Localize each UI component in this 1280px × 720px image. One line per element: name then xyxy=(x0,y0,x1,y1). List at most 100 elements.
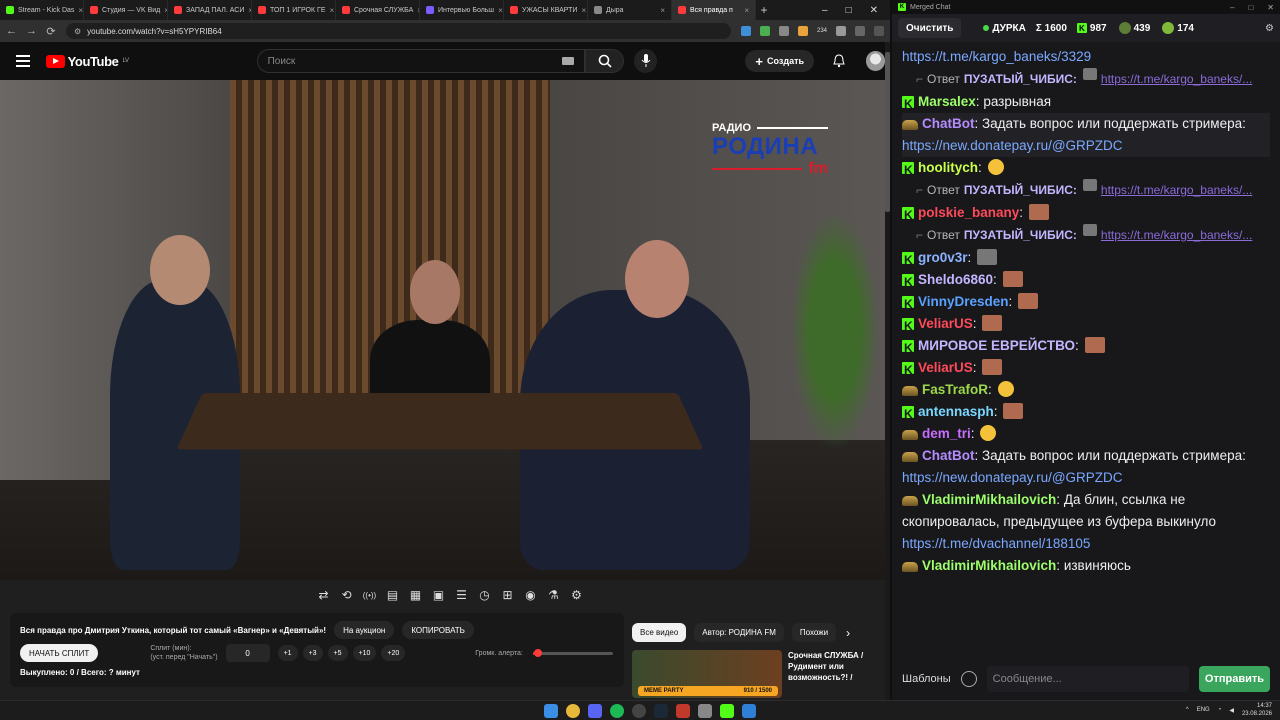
flask-icon[interactable]: ⚗ xyxy=(545,587,562,603)
message-input[interactable]: Сообщение... xyxy=(986,666,1189,692)
gear-icon[interactable]: ⚙ xyxy=(568,587,585,603)
reload-icon[interactable]: ⟳ xyxy=(46,25,56,38)
search-input[interactable]: Поиск xyxy=(256,49,586,73)
extension-icon[interactable] xyxy=(759,26,770,36)
auction-button[interactable]: На аукцион xyxy=(334,621,395,639)
browser-tab[interactable]: Вся правда п × xyxy=(672,0,756,20)
alert-volume-slider[interactable] xyxy=(532,648,613,657)
chat-username[interactable]: ChatBot xyxy=(922,448,975,463)
wifi-icon[interactable]: ◔ xyxy=(1218,707,1222,713)
puzzle-icon[interactable] xyxy=(836,26,846,36)
chat-username[interactable]: dem_tri xyxy=(922,426,971,441)
forward-icon[interactable]: → xyxy=(26,25,37,37)
increment-button[interactable]: +3 xyxy=(302,645,323,661)
app-icon[interactable] xyxy=(742,704,756,718)
windows-start-icon[interactable] xyxy=(544,704,558,718)
create-button[interactable]: + Создать xyxy=(745,50,815,72)
chat-username[interactable]: VladimirMikhailovich xyxy=(922,558,1056,573)
extension-icon[interactable] xyxy=(797,26,808,36)
extension-icon[interactable] xyxy=(740,26,751,36)
chevron-right-icon[interactable]: › xyxy=(846,626,850,640)
chat-username[interactable]: МИРОВОЕ ЕВРЕЙСТВО xyxy=(918,338,1075,353)
chat-username[interactable]: gro0v3r xyxy=(918,250,968,265)
hamburger-menu-icon[interactable] xyxy=(16,55,30,67)
message-link[interactable]: https://new.donatepay.ru/@GRPZDC xyxy=(902,138,1123,153)
video-thumbnail[interactable]: MEME PARTY 910 / 1500 xyxy=(632,650,782,698)
settings-gear-icon[interactable]: ⚙ xyxy=(1265,23,1274,34)
split-minutes-input[interactable]: 0 xyxy=(225,644,270,662)
increment-button[interactable]: +5 xyxy=(327,645,348,661)
new-tab-button[interactable]: + xyxy=(756,3,772,17)
chat-username[interactable]: VeliarUS xyxy=(918,316,973,331)
repeat-icon[interactable]: ⟲ xyxy=(338,587,355,603)
speed-icon[interactable]: ◷ xyxy=(476,587,493,603)
chat-username[interactable]: VinnyDresden xyxy=(918,294,1009,309)
send-button[interactable]: Отправить xyxy=(1198,666,1270,692)
message-link[interactable]: https://new.donatepay.ru/@GRPZDC xyxy=(902,470,1123,485)
tab-close-icon[interactable]: × xyxy=(660,6,665,15)
broadcast-icon[interactable]: ((•)) xyxy=(361,587,378,603)
tray-chevron-icon[interactable]: ^ xyxy=(1186,707,1189,713)
filter-chip[interactable]: Все видео xyxy=(632,623,687,642)
reply-preview[interactable]: ⌐ Ответ ПУЗАТЫЙ_ЧИБИС: https://t.me/kargo_b… xyxy=(902,68,1270,91)
obs-icon[interactable] xyxy=(632,704,646,718)
chat-username[interactable]: polskie_banany xyxy=(918,205,1019,220)
voice-search-button[interactable] xyxy=(634,49,658,73)
video-player[interactable]: РАДИО РОДИНА fm xyxy=(0,80,885,580)
maximize-icon[interactable]: □ xyxy=(1248,3,1253,12)
chrome-icon[interactable] xyxy=(566,704,580,718)
loop-icon[interactable]: ⇄ xyxy=(315,587,332,603)
language-indicator[interactable]: ENG xyxy=(1197,707,1210,713)
filter-chip[interactable]: Похожи xyxy=(791,623,837,642)
subtitles-icon[interactable]: ☰ xyxy=(453,587,470,603)
keyboard-icon[interactable] xyxy=(562,57,575,65)
camera-icon[interactable]: ◉ xyxy=(522,587,539,603)
reply-preview[interactable]: ⌐ Ответ ПУЗАТЫЙ_ЧИБИС: https://t.me/kargo_b… xyxy=(902,179,1270,202)
start-split-button[interactable]: НАЧАТЬ СПЛИТ xyxy=(20,644,99,662)
tab-close-icon[interactable]: × xyxy=(581,6,586,15)
account-avatar[interactable] xyxy=(865,51,886,71)
reply-link[interactable]: https://t.me/kargo_baneks/... xyxy=(1101,224,1252,247)
reply-link[interactable]: https://t.me/kargo_baneks/... xyxy=(1101,179,1252,202)
close-icon[interactable]: ✕ xyxy=(1267,3,1274,12)
chat-username[interactable]: VladimirMikhailovich xyxy=(922,492,1056,507)
minimize-icon[interactable]: – xyxy=(822,5,828,16)
browser-tab[interactable]: ТОП 1 ИГРОК ГЕ × xyxy=(252,0,336,20)
clapper-icon[interactable]: ▦ xyxy=(407,587,424,603)
app-icon[interactable] xyxy=(720,704,734,718)
increment-button[interactable]: +10 xyxy=(352,645,377,661)
message-link[interactable]: https://t.me/kargo_baneks/3329 xyxy=(902,49,1091,64)
chat-username[interactable]: FasTrafoR xyxy=(922,382,988,397)
chat-username[interactable]: ChatBot xyxy=(922,116,975,131)
download-icon[interactable] xyxy=(855,26,865,36)
browser-tab[interactable]: Дыра × xyxy=(588,0,672,20)
youtube-logo[interactable]: YouTube LV xyxy=(45,54,129,69)
emoji-icon[interactable] xyxy=(960,671,977,687)
reply-preview[interactable]: ⌐ Ответ ПУЗАТЫЙ_ЧИБИС: https://t.me/kargo_b… xyxy=(902,224,1270,247)
chat-username[interactable]: Sheldo6860 xyxy=(918,272,993,287)
app-icon[interactable] xyxy=(698,704,712,718)
screenshot-add-icon[interactable]: ⊞ xyxy=(499,587,516,603)
clear-chat-button[interactable]: Очистить xyxy=(898,18,962,38)
maximize-icon[interactable]: □ xyxy=(846,5,852,16)
related-video-title[interactable]: Срочная СЛУЖБА / Рудимент или возможност… xyxy=(788,650,880,698)
page-scrollbar[interactable] xyxy=(885,42,890,700)
close-icon[interactable]: ✕ xyxy=(870,5,878,16)
tab-close-icon[interactable]: × xyxy=(498,6,503,15)
notifications-bell-icon[interactable] xyxy=(832,54,846,68)
chat-username[interactable]: Marsalex xyxy=(918,94,976,109)
chat-username[interactable]: antennasph xyxy=(918,404,994,419)
browser-tab[interactable]: УЖАСЫ КВАРТИ × xyxy=(504,0,588,20)
minimize-icon[interactable]: – xyxy=(1230,3,1234,12)
browser-tab[interactable]: Студия — VK Вид× xyxy=(84,0,168,20)
clock[interactable]: 14:37 23.08.2026 xyxy=(1242,702,1272,718)
increment-button[interactable]: +20 xyxy=(381,645,406,661)
menu-dots-icon[interactable] xyxy=(874,26,884,36)
discord-icon[interactable] xyxy=(588,704,602,718)
chat-username[interactable]: VeliarUS xyxy=(918,360,973,375)
spotify-icon[interactable] xyxy=(610,704,624,718)
browser-tab[interactable]: Интервью Больш × xyxy=(420,0,504,20)
volume-icon[interactable]: ◀ xyxy=(1229,707,1234,714)
extension-icon[interactable] xyxy=(778,26,789,36)
slider-knob[interactable] xyxy=(533,648,542,657)
